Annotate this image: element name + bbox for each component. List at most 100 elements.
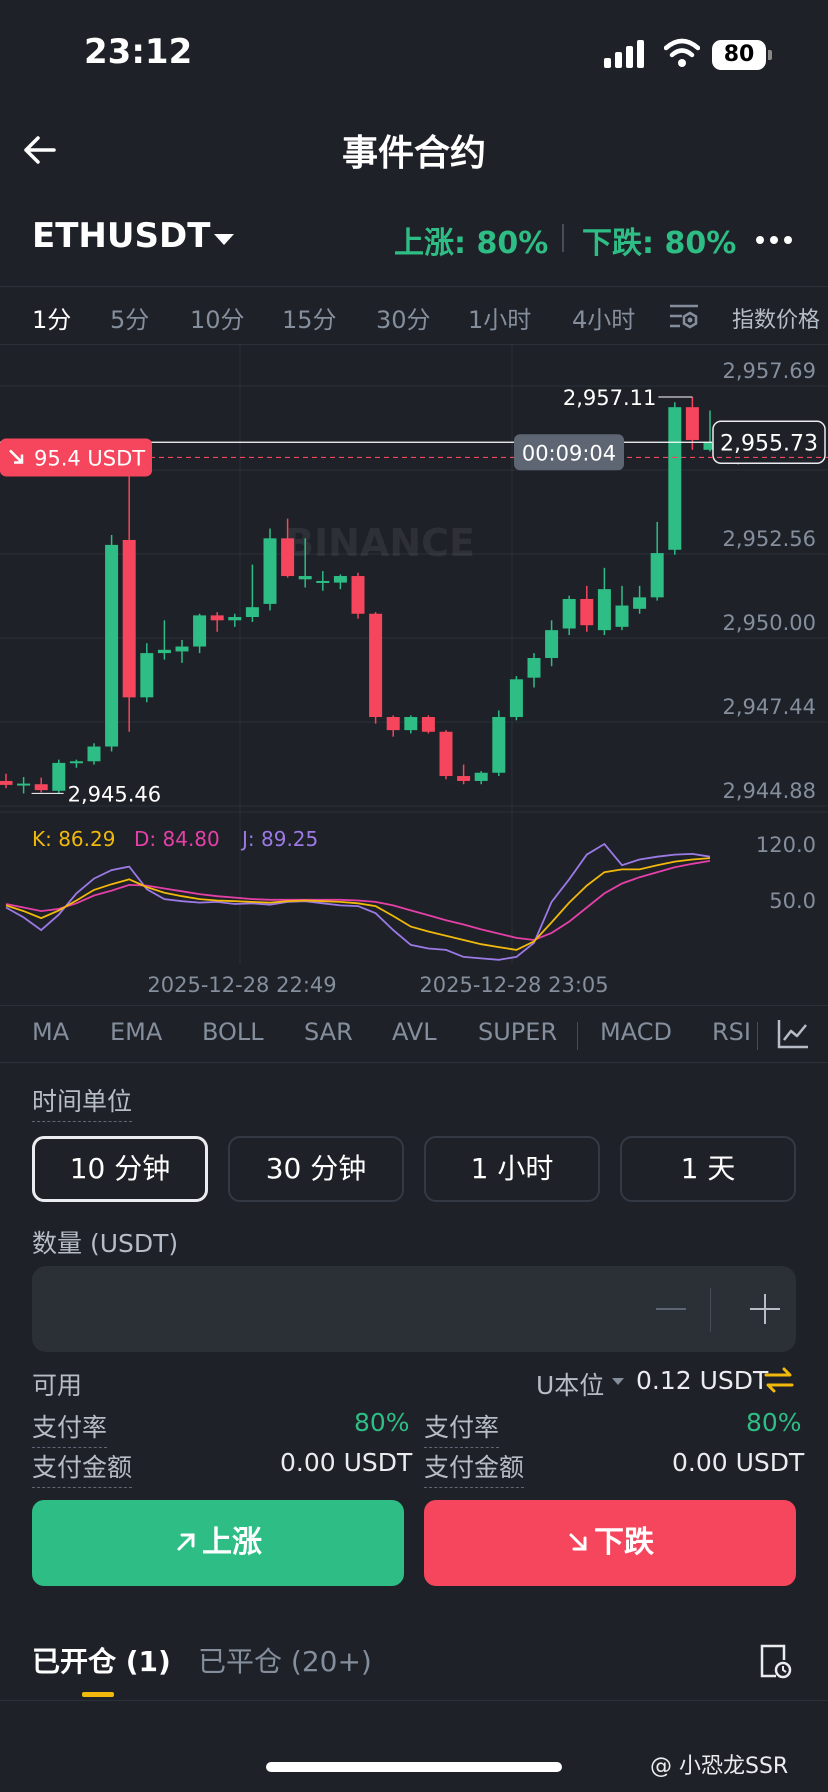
timeframe-10m[interactable]: 10分: [190, 300, 245, 335]
duration-30m-button[interactable]: 30 分钟: [228, 1136, 404, 1202]
duration-1d-button[interactable]: 1 天: [620, 1136, 796, 1202]
candle-body: [369, 613, 383, 718]
kdj-d-label: D: 84.80: [134, 827, 220, 851]
timeframe-bar: 1分 5分 10分 15分 30分 1小时 4小时 指数价格: [0, 290, 828, 342]
price-axis-label: 2,957.69: [722, 359, 816, 383]
history-icon[interactable]: [758, 1642, 792, 1680]
candle-body: [492, 717, 506, 773]
transfer-icon[interactable]: [764, 1366, 794, 1394]
timeframe-15m[interactable]: 15分: [282, 300, 337, 335]
indicator-ma[interactable]: MA: [32, 1018, 69, 1046]
home-indicator: [266, 1762, 562, 1772]
divider: [0, 1700, 828, 1701]
kdj-k-line: [5, 857, 711, 951]
candle-body: [0, 780, 13, 785]
candle-body: [157, 649, 171, 654]
candle-body: [439, 731, 453, 777]
duration-1h-button[interactable]: 1 小时: [424, 1136, 600, 1202]
candle-body: [69, 761, 83, 764]
minus-icon[interactable]: [656, 1308, 686, 1310]
index-price-toggle[interactable]: 指数价格: [732, 302, 820, 334]
indicator-super[interactable]: SUPER: [478, 1018, 557, 1046]
up-button-label: 上涨: [202, 1525, 262, 1560]
time-axis-label: 2025-12-28 23:05: [419, 973, 608, 997]
candle-body: [333, 576, 347, 583]
candle-body: [140, 653, 154, 698]
indicator-sar[interactable]: SAR: [304, 1018, 353, 1046]
caret-down-icon[interactable]: [612, 1378, 624, 1385]
price-chart[interactable]: BINANCE 2,957.692,955.122,952.562,950.00…: [0, 344, 828, 1004]
candle-body: [421, 717, 435, 732]
kdj-k-label: K: 86.29: [32, 827, 115, 851]
tab-closed-positions[interactable]: 已平仓 (20+): [198, 1640, 372, 1680]
pair-selector[interactable]: ETHUSDT: [32, 216, 210, 256]
duration-10m-button[interactable]: 10 分钟: [32, 1136, 208, 1202]
indicator-bar: MA EMA BOLL SAR AVL SUPER MACD RSI: [0, 1010, 828, 1060]
plus-icon-vertical[interactable]: [764, 1294, 766, 1324]
tab-open-positions[interactable]: 已开仓 (1): [32, 1640, 171, 1680]
candle-body: [650, 553, 664, 598]
binance-watermark: BINANCE: [285, 521, 475, 565]
divider: [757, 1022, 758, 1050]
chevron-down-icon[interactable]: [214, 234, 234, 245]
candle-body: [175, 646, 189, 652]
timeframe-4h[interactable]: 4小时: [572, 300, 635, 335]
payout-amount-label-right: 支付金额: [424, 1448, 525, 1488]
indicator-ema[interactable]: EMA: [110, 1018, 162, 1046]
amount-input[interactable]: [32, 1266, 796, 1352]
indicator-boll[interactable]: BOLL: [202, 1018, 264, 1046]
price-axis-label: 2,944.88: [722, 779, 816, 803]
countdown-value: 00:09:04: [522, 441, 616, 465]
current-price-value: 2,955.73: [720, 431, 818, 456]
candle-body: [52, 762, 66, 791]
payout-rate-label-right: 支付率: [424, 1408, 500, 1448]
candle-body: [386, 717, 400, 731]
author-watermark: @ 小恐龙SSR: [650, 1754, 789, 1779]
candle-body: [668, 407, 682, 550]
active-tab-indicator: [82, 1692, 114, 1697]
chart-settings-icon[interactable]: [668, 302, 700, 332]
candle-body: [615, 605, 629, 627]
indicator-macd[interactable]: MACD: [600, 1018, 672, 1046]
price-axis-label: 2,952.56: [722, 527, 816, 551]
arrow-up-right-icon: [177, 1533, 195, 1551]
indicator-rsi[interactable]: RSI: [712, 1018, 751, 1046]
margin-mode-selector[interactable]: U本位: [536, 1366, 604, 1402]
payout-rate-right: 80%: [746, 1408, 802, 1437]
payout-amount-label-left: 支付金额: [32, 1448, 133, 1488]
candle-body: [263, 538, 277, 604]
kdj-j-label: J: 89.25: [240, 827, 318, 851]
candle-body: [580, 598, 594, 626]
timeframe-5m[interactable]: 5分: [110, 300, 149, 335]
status-time: 23:12: [84, 32, 193, 72]
candle-body: [545, 630, 559, 658]
timeframe-1m[interactable]: 1分: [32, 300, 71, 335]
battery-level: 80: [712, 40, 766, 70]
timeframe-1h[interactable]: 1小时: [468, 300, 531, 335]
available-label: 可用: [32, 1371, 83, 1400]
divider: [0, 1005, 828, 1006]
up-button[interactable]: 上涨: [32, 1500, 404, 1586]
indicator-settings-icon[interactable]: [776, 1018, 810, 1050]
battery-icon: 80: [712, 40, 772, 70]
indicator-avl[interactable]: AVL: [392, 1018, 437, 1046]
price-axis-label: 2,950.00: [722, 611, 816, 635]
candle-body: [351, 576, 365, 614]
more-icon[interactable]: [756, 236, 792, 246]
timeframe-30m[interactable]: 30分: [376, 300, 431, 335]
divider: [0, 286, 828, 287]
status-bar: 23:12 80: [0, 0, 828, 100]
time-unit-label: 时间单位: [32, 1082, 133, 1122]
candle-body: [193, 615, 207, 647]
candle-body: [597, 589, 611, 631]
candle-body: [281, 538, 295, 577]
kdj-axis-label: 50.0: [769, 889, 816, 913]
wifi-icon: [664, 38, 700, 67]
arrow-down-right-icon: [569, 1533, 587, 1551]
down-button[interactable]: 下跌: [424, 1500, 796, 1586]
time-axis: 2025-12-28 22:49 2025-12-28 23:05: [147, 973, 608, 997]
candle-body: [105, 544, 119, 747]
position-tabs: 已开仓 (1) 已平仓 (20+): [0, 1636, 828, 1706]
amount-label: 数量 (USDT): [32, 1229, 179, 1258]
candle-body: [228, 617, 242, 621]
